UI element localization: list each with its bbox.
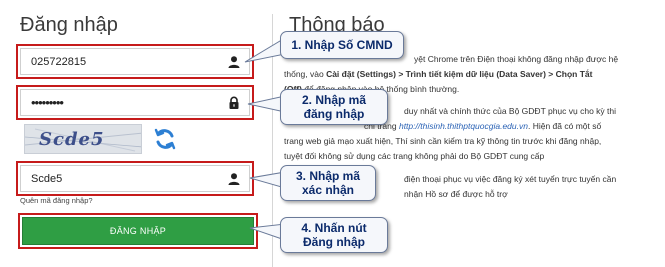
callout-2: 2. Nhập mã đăng nhập [280, 89, 388, 125]
callout-4: 4. Nhấn nút Đăng nhập [280, 217, 388, 253]
callout-3: 3. Nhập mã xác nhận [280, 165, 376, 201]
callout-1: 1. Nhập Số CMND [280, 31, 404, 59]
callout-1-pointer [244, 37, 286, 63]
page-frame: Đăng nhập 025722815 ••••••••• Scde5 Scde… [0, 0, 665, 267]
